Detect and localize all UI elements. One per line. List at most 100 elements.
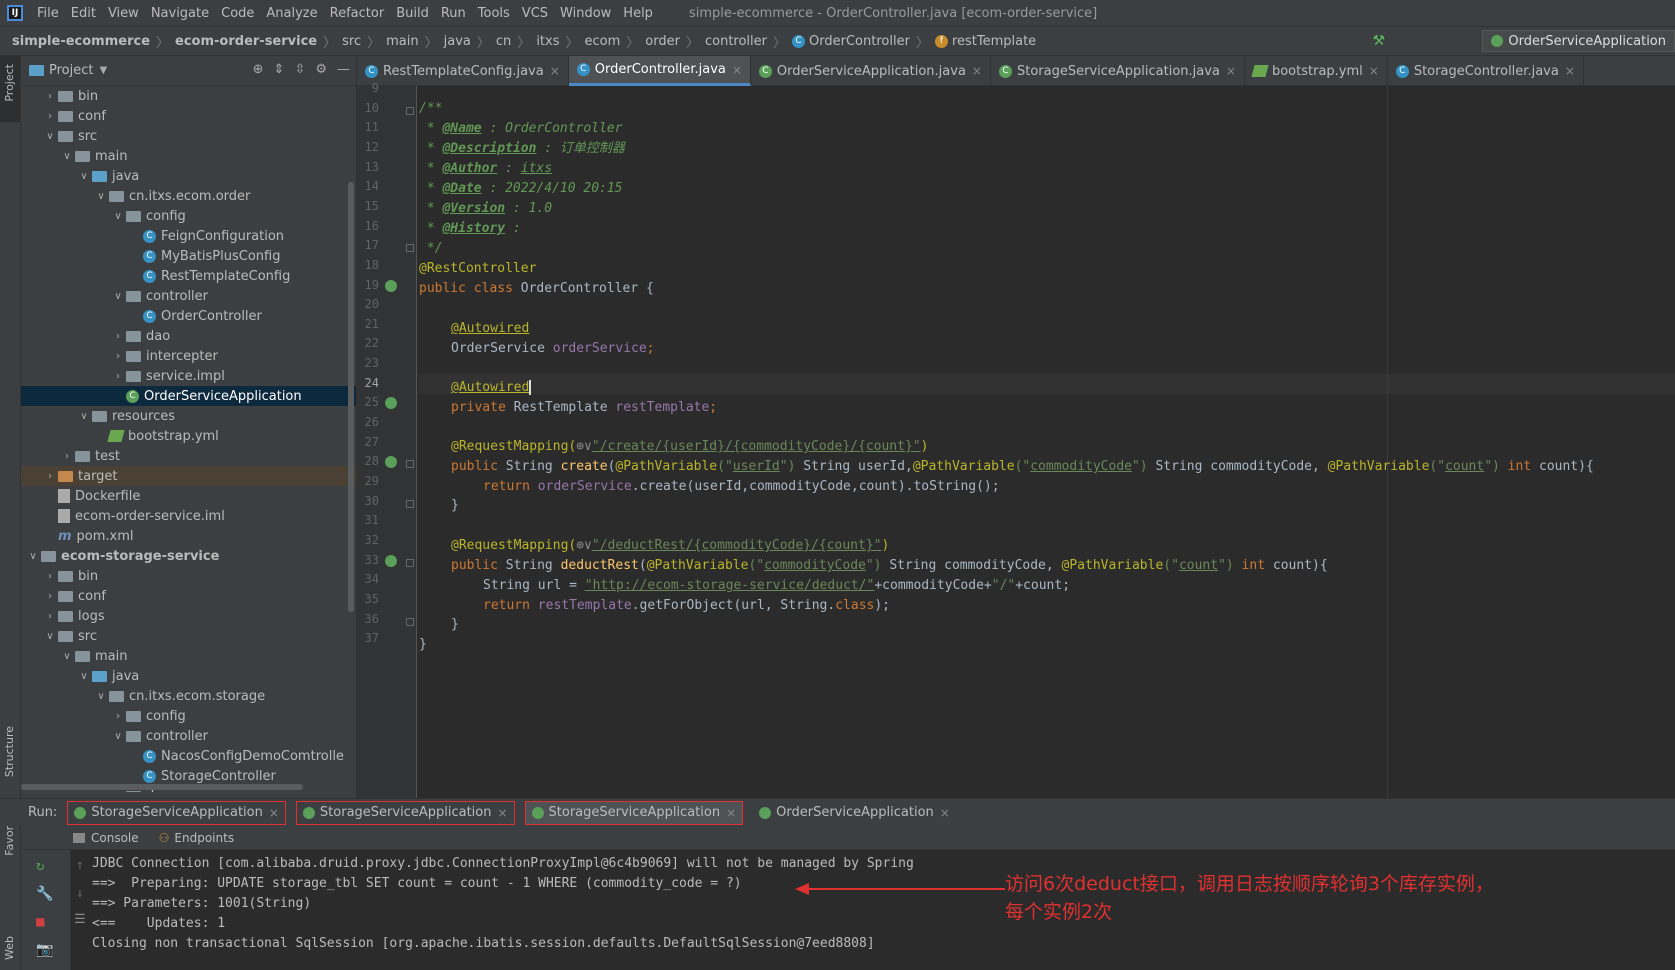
- close-icon[interactable]: ×: [972, 64, 982, 78]
- close-icon[interactable]: ×: [1565, 64, 1575, 78]
- chevron-down-icon[interactable]: ▼: [99, 65, 107, 76]
- rerun-icon[interactable]: ↻: [36, 858, 44, 874]
- tree-item-pom-xml[interactable]: m pom.xml: [21, 526, 356, 546]
- menu-navigate[interactable]: Navigate: [145, 6, 215, 21]
- chevron-right-icon[interactable]: ›: [42, 591, 58, 602]
- chevron-right-icon[interactable]: ›: [110, 791, 126, 793]
- crumb-class[interactable]: C OrderController: [788, 34, 914, 49]
- menu-run[interactable]: Run: [435, 6, 472, 21]
- tree-item-bootstrap-yml[interactable]: bootstrap.yml: [21, 426, 356, 446]
- chevron-right-icon[interactable]: ›: [42, 571, 58, 582]
- tree-item-dockerfile[interactable]: Dockerfile: [21, 486, 356, 506]
- stop-icon[interactable]: ■: [36, 914, 44, 930]
- tree-item-main[interactable]: ∨ main: [21, 646, 356, 666]
- run-tab-4[interactable]: OrderServiceApplication ×: [753, 801, 956, 825]
- spring-bean-gutter-icon[interactable]: [385, 397, 397, 410]
- chevron-down-icon[interactable]: ∨: [110, 731, 126, 742]
- tree-item-nacosconfigdemocomtrolle[interactable]: C NacosConfigDemoComtrolle: [21, 746, 356, 766]
- crumb-cn[interactable]: cn: [492, 34, 515, 49]
- project-tool-button[interactable]: Project: [0, 56, 20, 122]
- chevron-down-icon[interactable]: ∨: [110, 211, 126, 222]
- chevron-right-icon[interactable]: ›: [42, 471, 58, 482]
- locate-icon[interactable]: ⊕: [253, 62, 264, 77]
- tree-item-conf[interactable]: › conf: [21, 586, 356, 606]
- tree-item-target[interactable]: › target: [21, 466, 356, 486]
- scroll-up-icon[interactable]: ↑: [76, 858, 84, 873]
- crumb-order[interactable]: order: [641, 34, 684, 49]
- tree-item-main[interactable]: ∨ main: [21, 146, 356, 166]
- tree-item-bin[interactable]: › bin: [21, 86, 356, 106]
- tree-item-config[interactable]: ∨ config: [21, 206, 356, 226]
- close-icon[interactable]: ×: [497, 806, 507, 820]
- fold-marker-icon[interactable]: [406, 617, 414, 626]
- crumb-src[interactable]: src: [338, 34, 365, 49]
- editor-tab-storagecontroller-java[interactable]: C StorageController.java ×: [1388, 56, 1584, 86]
- wrench-icon[interactable]: 🔧: [36, 886, 53, 902]
- chevron-right-icon[interactable]: ›: [110, 331, 126, 342]
- tree-item-feignconfiguration[interactable]: C FeignConfiguration: [21, 226, 356, 246]
- crumb-ecom[interactable]: ecom: [581, 34, 625, 49]
- crumb-field[interactable]: f restTemplate: [931, 34, 1040, 49]
- run-tab-1[interactable]: StorageServiceApplication ×: [67, 800, 286, 825]
- tree-item-src[interactable]: ∨ src: [21, 126, 356, 146]
- chevron-right-icon[interactable]: ›: [110, 371, 126, 382]
- chevron-down-icon[interactable]: ∨: [42, 631, 58, 642]
- console-tab[interactable]: Console: [63, 831, 149, 845]
- tree-item-test[interactable]: › test: [21, 446, 356, 466]
- crumb-main[interactable]: main: [382, 34, 422, 49]
- close-icon[interactable]: ×: [726, 806, 736, 820]
- tree-item-service-impl[interactable]: › service.impl: [21, 366, 356, 386]
- chevron-down-icon[interactable]: ∨: [59, 151, 75, 162]
- fold-marker-icon[interactable]: [406, 499, 414, 508]
- tree-item-mybatisplusconfig[interactable]: C MyBatisPlusConfig: [21, 246, 356, 266]
- menu-view[interactable]: View: [102, 6, 145, 21]
- tree-item-bin[interactable]: › bin: [21, 566, 356, 586]
- expand-all-icon[interactable]: ⇕: [274, 62, 285, 77]
- spring-bean-gutter-icon[interactable]: [385, 279, 397, 292]
- strip-web-label[interactable]: Web: [3, 936, 16, 960]
- editor-tab-storageserviceapplication-java[interactable]: C StorageServiceApplication.java ×: [991, 56, 1245, 86]
- fold-marker-icon[interactable]: [406, 460, 414, 469]
- scroll-down-icon[interactable]: ↓: [76, 886, 84, 901]
- crumb-controller[interactable]: controller: [701, 34, 771, 49]
- fold-marker-icon[interactable]: [406, 558, 414, 567]
- menu-edit[interactable]: Edit: [65, 6, 102, 21]
- tree-item-orderserviceapplication[interactable]: C OrderServiceApplication: [21, 386, 356, 406]
- crumb-itxs[interactable]: itxs: [532, 34, 563, 49]
- tree-item-ecom-order-service-iml[interactable]: ecom-order-service.iml: [21, 506, 356, 526]
- menu-tools[interactable]: Tools: [472, 6, 516, 21]
- endpoints-tab[interactable]: ⚇ Endpoints: [149, 831, 244, 845]
- chevron-right-icon[interactable]: ›: [59, 451, 75, 462]
- tree-horizontal-scrollbar[interactable]: [21, 784, 303, 790]
- chevron-down-icon[interactable]: ∨: [42, 131, 58, 142]
- tree-item-dao[interactable]: › dao: [21, 326, 356, 346]
- project-title[interactable]: Project: [49, 63, 93, 78]
- menu-refactor[interactable]: Refactor: [324, 6, 391, 21]
- chevron-right-icon[interactable]: ›: [42, 111, 58, 122]
- close-icon[interactable]: ×: [1369, 64, 1379, 78]
- chevron-right-icon[interactable]: ›: [42, 611, 58, 622]
- chevron-down-icon[interactable]: ∨: [93, 191, 109, 202]
- menu-code[interactable]: Code: [215, 6, 260, 21]
- tree-item-cn-itxs-ecom-storage[interactable]: ∨ cn.itxs.ecom.storage: [21, 686, 356, 706]
- fold-marker-icon[interactable]: [406, 244, 414, 253]
- editor-tab-resttemplateconfig-java[interactable]: C RestTemplateConfig.java ×: [357, 56, 569, 86]
- tree-item-java[interactable]: ∨ java: [21, 166, 356, 186]
- menu-vcs[interactable]: VCS: [516, 6, 554, 21]
- chevron-down-icon[interactable]: ∨: [76, 171, 92, 182]
- tree-item-config[interactable]: › config: [21, 706, 356, 726]
- tree-item-logs[interactable]: › logs: [21, 606, 356, 626]
- chevron-right-icon[interactable]: ›: [110, 711, 126, 722]
- crumb-project[interactable]: simple-ecommerce: [8, 34, 154, 49]
- tree-vertical-scrollbar[interactable]: [348, 182, 354, 612]
- tree-item-storagecontroller[interactable]: C StorageController: [21, 766, 356, 786]
- camera-icon[interactable]: 📷: [36, 942, 53, 958]
- menu-build[interactable]: Build: [390, 6, 435, 21]
- tree-item-conf[interactable]: › conf: [21, 106, 356, 126]
- chevron-down-icon[interactable]: ∨: [76, 411, 92, 422]
- editor-tab-bootstrap-yml[interactable]: bootstrap.yml ×: [1245, 56, 1388, 86]
- code-area[interactable]: /** * @Name : OrderController * @Descrip…: [419, 86, 1675, 798]
- menu-analyze[interactable]: Analyze: [260, 6, 323, 21]
- menu-window[interactable]: Window: [554, 6, 617, 21]
- tree-item-controller[interactable]: ∨ controller: [21, 726, 356, 746]
